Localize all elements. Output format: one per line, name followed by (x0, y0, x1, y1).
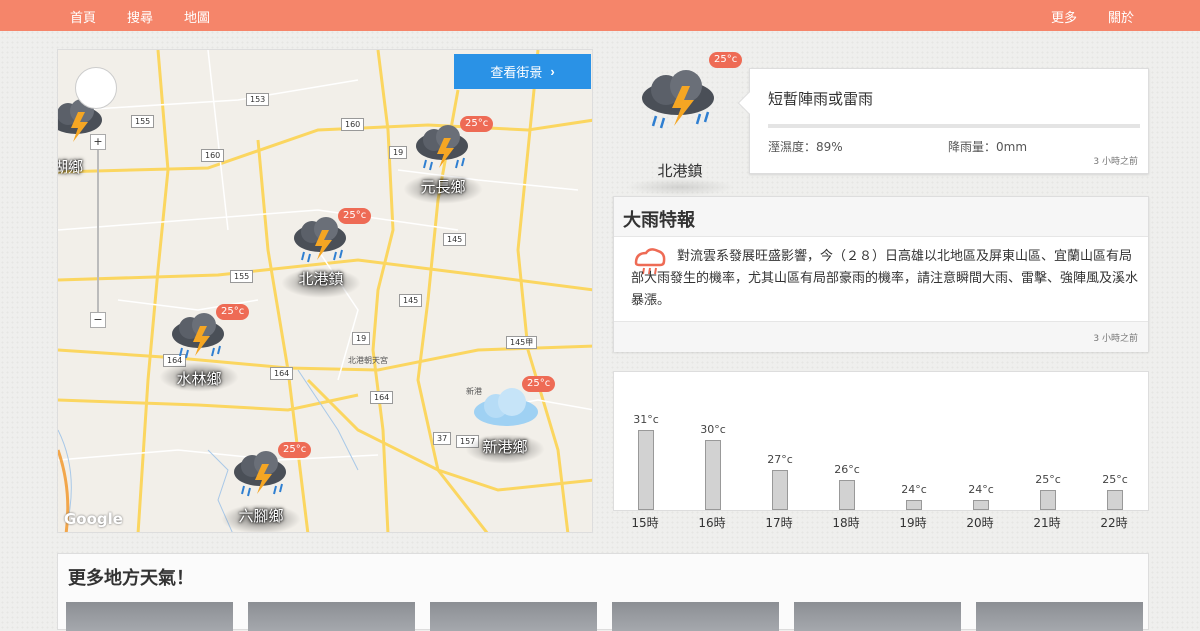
nav-map-link[interactable]: 地圖 (184, 7, 210, 26)
road-shield: 37 (433, 432, 452, 445)
current-town-name: 北港鎮 (657, 162, 703, 180)
warning-footer (614, 321, 1148, 352)
hour-temp-bar (1040, 490, 1056, 510)
hour-temp-label: 27°c (767, 453, 793, 466)
town-marker-beigang[interactable]: 25°c 北港鎮 (276, 208, 372, 298)
thunderstorm-icon (294, 217, 346, 263)
hour-label: 15時 (631, 516, 659, 530)
warning-body: 對流雲系發展旺盛影響，今（２８）日高雄以北地區及屏東山區、宜蘭山區有局部大雨發生… (631, 249, 1139, 308)
thunderstorm-icon (172, 313, 224, 359)
zoom-out-button[interactable]: − (90, 312, 106, 328)
hour-label: 17時 (765, 516, 793, 530)
place-thumbnail[interactable] (612, 602, 779, 631)
place-thumbnail[interactable] (248, 602, 415, 631)
weather-map[interactable]: 153 155 160 160 19 145 155 145 19 145甲 1… (57, 49, 593, 533)
nav-more-link[interactable]: 更多 (1051, 7, 1077, 26)
updated-time: 3 小時之前 (1093, 157, 1138, 167)
hourly-labels: 15時 16時 17時 18時 19時 20時 21時 22時 (613, 510, 1149, 534)
current-temp-badge: 25°c (709, 52, 743, 68)
cloud-icon (474, 388, 538, 426)
place-thumbnail[interactable] (430, 602, 597, 631)
road-shield: 153 (246, 93, 270, 106)
thunderstorm-icon (234, 451, 286, 497)
hour-label: 16時 (698, 516, 726, 530)
current-weather-card: 短暫陣雨或雷雨 溼濕度：89% 降雨量：0mm 3 小時之前 (737, 68, 1149, 174)
town-marker-liujiao[interactable]: 25°c 六腳鄉 (216, 442, 312, 532)
place-thumbnail[interactable] (794, 602, 961, 631)
hour-temp-bar (705, 440, 721, 510)
chevron-right-icon: › (550, 64, 555, 79)
road-shield: 145 (399, 294, 423, 307)
hour-temp-label: 25°c (1102, 473, 1128, 486)
divider-bar (768, 124, 1140, 128)
town-name: 北港鎮 (298, 270, 344, 288)
town-marker-xingang[interactable]: 25°c 新港鄉 (460, 376, 556, 466)
more-places-section: 更多地方天氣！ (57, 553, 1149, 631)
weather-description: 短暫陣雨或雷雨 (768, 90, 874, 108)
hour-temp-label: 24°c (901, 483, 927, 496)
hour-temp-bar (973, 500, 989, 510)
hourly-forecast-chart: 31°c 30°c 27°c 26°c 24°c 24°c 25°c 25°c (613, 371, 1149, 511)
town-marker-yuanchang[interactable]: 25°c 元長鄉 (398, 116, 494, 206)
road-shield: 160 (201, 149, 225, 162)
map-place-label: 北港朝天宮 (348, 356, 388, 365)
updated-time: 3 小時之前 (1093, 334, 1138, 344)
zoom-in-button[interactable]: + (90, 134, 106, 150)
town-name: 新港鄉 (482, 438, 528, 456)
place-thumbnail[interactable] (66, 602, 233, 631)
nav-about-link[interactable]: 關於 (1108, 7, 1134, 26)
town-name: 湖鄉 (58, 158, 83, 176)
road-shield: 164 (370, 391, 394, 404)
town-name: 水林鄉 (176, 370, 222, 388)
hour-temp-bar (1107, 490, 1123, 510)
hour-temp-bar (638, 430, 654, 510)
road-shield: 145甲 (506, 336, 538, 349)
hour-label: 19時 (899, 516, 927, 530)
thunderstorm-icon (416, 125, 468, 171)
nav-home-link[interactable]: 首頁 (70, 7, 96, 26)
hour-label: 21時 (1033, 516, 1061, 530)
hour-temp-label: 31°c (633, 413, 659, 426)
road-shield: 19 (352, 332, 371, 345)
rainfall-value: 降雨量：0mm (948, 140, 1028, 154)
section-title: 更多地方天氣！ (68, 568, 194, 589)
town-name: 六腳鄉 (238, 507, 284, 525)
street-view-button[interactable]: 查看街景 › (454, 54, 591, 89)
google-logo: Google (64, 510, 123, 528)
hour-temp-bar (772, 470, 788, 510)
road-shield: 145 (443, 233, 467, 246)
hour-temp-label: 30°c (700, 423, 726, 436)
hour-label: 20時 (966, 516, 994, 530)
heavy-rain-warning-card: 大雨特報 對流雲系發展旺盛影響，今（２８）日高雄以北地區及屏東山區、宜蘭山區有局… (613, 196, 1149, 352)
map-pan-control[interactable] (75, 67, 117, 109)
hour-temp-label: 24°c (968, 483, 994, 496)
town-marker-shuilin[interactable]: 25°c 水林鄉 (154, 304, 250, 394)
warning-title: 大雨特報 (623, 210, 695, 231)
town-name: 元長鄉 (420, 178, 466, 196)
card-pointer (737, 91, 761, 115)
hour-temp-bar (839, 480, 855, 510)
hour-temp-bar (906, 500, 922, 510)
hour-label: 22時 (1100, 516, 1128, 530)
street-view-label: 查看街景 (490, 65, 543, 80)
road-shield: 155 (131, 115, 155, 128)
road-shield: 164 (270, 367, 294, 380)
road-shield: 155 (230, 270, 254, 283)
road-shield: 160 (341, 118, 365, 131)
map-zoom-slider[interactable] (97, 140, 99, 314)
thunderstorm-icon (642, 70, 714, 129)
hour-label: 18時 (832, 516, 860, 530)
hour-temp-label: 25°c (1035, 473, 1061, 486)
top-nav: 首頁 搜尋 地圖 更多 關於 (0, 0, 1200, 31)
humidity-value: 溼濕度：89% (768, 140, 843, 154)
hour-temp-label: 26°c (834, 463, 860, 476)
place-thumbnail[interactable] (976, 602, 1143, 631)
nav-search-link[interactable]: 搜尋 (127, 7, 153, 26)
